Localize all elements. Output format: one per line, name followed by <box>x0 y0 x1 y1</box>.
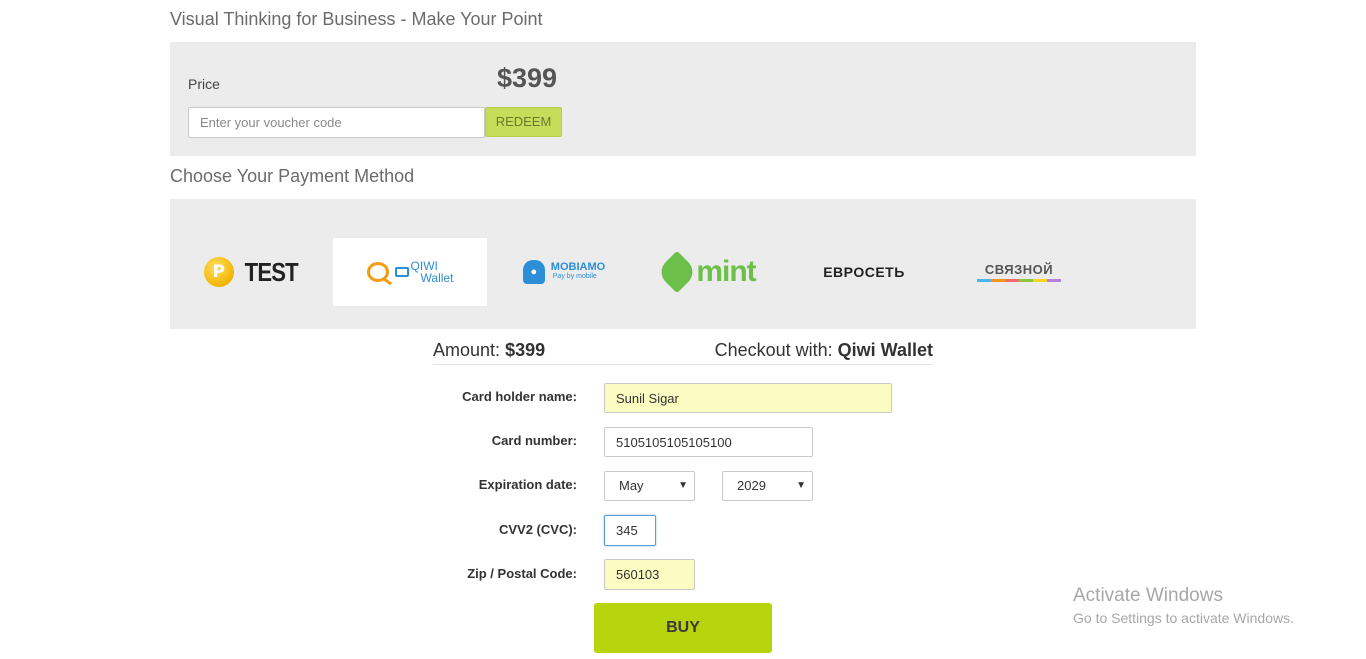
dropdown-arrow-icon: ▼ <box>796 480 806 491</box>
amount: Amount: $399 <box>433 340 545 361</box>
payment-method-mobiamo[interactable]: ● MOBIAMO Pay by mobile <box>487 238 641 306</box>
voucher-code-input[interactable] <box>188 107 485 138</box>
expiration-year-value: 2029 <box>737 478 766 493</box>
watermark-line1: Activate Windows <box>1073 585 1223 606</box>
cvv-label: CVV2 (CVC): <box>498 522 577 537</box>
windows-activation-watermark: Activate Windows Go to Settings to activ… <box>1073 585 1294 626</box>
watermark-line2: Go to Settings to activate Windows. <box>1073 610 1294 626</box>
dropdown-arrow-icon: ▼ <box>678 480 688 491</box>
price-value: $399 <box>497 63 558 93</box>
payment-methods-panel: P TEST QIWI Wallet ● MOBIAMO Pay by mobi… <box>170 199 1196 329</box>
cvv-input[interactable] <box>604 515 656 546</box>
course-title: Visual Thinking for Business - Make Your… <box>170 9 543 29</box>
svyaznoy-logo-text: СВЯЗНОЙ <box>984 262 1054 277</box>
amount-value: $399 <box>505 340 546 360</box>
mint-logo: mint <box>656 250 757 294</box>
amount-label: Amount: <box>433 340 501 360</box>
payment-method-test[interactable]: P TEST <box>176 238 330 306</box>
zip-input[interactable] <box>604 559 695 590</box>
order-summary: Amount: $399 Checkout with: Qiwi Wallet <box>433 340 933 365</box>
test-logo-text: TEST <box>244 256 298 287</box>
checkout-label: Checkout with: <box>714 340 833 360</box>
card-number-input[interactable] <box>604 427 813 457</box>
checkout-value: Qiwi Wallet <box>837 340 933 360</box>
redeem-button[interactable]: REDEEM <box>485 107 562 137</box>
qiwi-q-icon <box>366 262 389 282</box>
payment-method-heading: Choose Your Payment Method <box>170 166 415 186</box>
expiration-month-select[interactable]: May ▼ <box>604 471 695 501</box>
penguin-icon: ● <box>522 260 545 284</box>
mint-logo-text: mint <box>696 255 756 288</box>
rainbow-stripe-icon <box>977 279 1061 282</box>
expiration-date-label: Expiration date: <box>478 477 577 492</box>
svyaznoy-logo: СВЯЗНОЙ <box>977 262 1061 282</box>
coin-icon: P <box>203 257 234 287</box>
buy-button[interactable]: BUY <box>594 603 772 653</box>
expiration-month-value: May <box>619 478 644 493</box>
evroset-logo-text: ЕВРОСЕТЬ <box>823 264 905 280</box>
qiwi-logo: QIWI Wallet <box>366 260 454 285</box>
mobiamo-logo: ● MOBIAMO Pay by mobile <box>522 260 606 284</box>
payment-method-qiwi-wallet[interactable]: QIWI Wallet <box>333 238 487 306</box>
mobiamo-logo-line1: MOBIAMO <box>550 261 606 273</box>
card-holder-label: Card holder name: <box>462 389 577 404</box>
wallet-icon <box>394 267 409 277</box>
price-panel: Price $399 REDEEM <box>170 42 1196 156</box>
qiwi-logo-line2: Wallet <box>420 271 454 285</box>
zip-label: Zip / Postal Code: <box>467 566 577 581</box>
payment-method-mint[interactable]: mint <box>632 238 786 306</box>
payment-method-svyaznoy[interactable]: СВЯЗНОЙ <box>942 238 1096 306</box>
leaf-icon <box>656 250 699 294</box>
expiration-year-select[interactable]: 2029 ▼ <box>722 471 813 501</box>
mobiamo-logo-line2: Pay by mobile <box>552 273 597 280</box>
card-holder-input[interactable] <box>604 383 892 413</box>
card-number-label: Card number: <box>491 433 577 448</box>
checkout-page: Visual Thinking for Business - Make Your… <box>0 0 1366 659</box>
payment-method-evroset[interactable]: ЕВРОСЕТЬ <box>787 238 941 306</box>
price-label: Price <box>188 76 220 92</box>
checkout-method: Checkout with: Qiwi Wallet <box>715 340 933 361</box>
